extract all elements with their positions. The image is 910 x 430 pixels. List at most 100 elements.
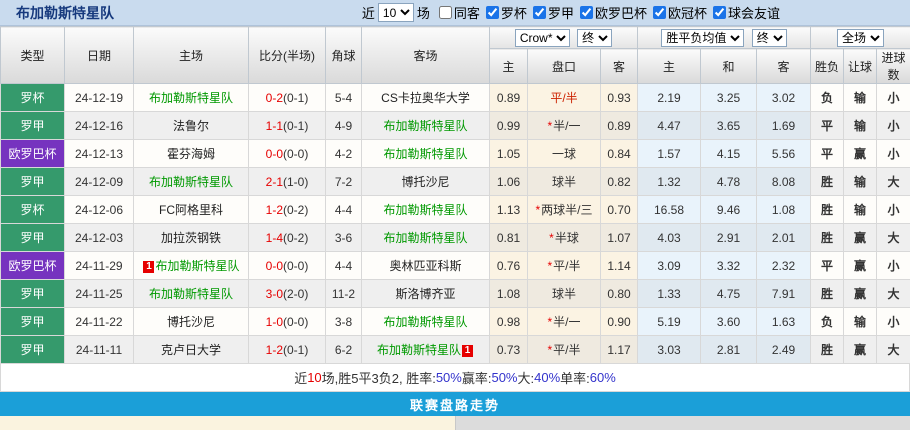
away-team-cell: 布加勒斯特星队: [362, 112, 490, 140]
crown-handicap: *两球半/三: [528, 196, 601, 224]
team-name[interactable]: 法鲁尔: [173, 119, 209, 133]
league-type-badge[interactable]: 罗杯: [1, 84, 65, 112]
team-name[interactable]: 奥林匹亚科斯: [389, 259, 461, 273]
filter-checkbox-欧冠杯[interactable]: [653, 6, 666, 19]
near-label: 近: [362, 3, 375, 22]
avg-draw-odds: 4.15: [701, 140, 757, 168]
filter-欧罗巴杯: 欧罗巴杯: [580, 3, 647, 22]
filter-checkbox-罗甲[interactable]: [533, 6, 546, 19]
avg-home-odds: 3.03: [638, 336, 701, 364]
score-cell: 0-2(0-1): [249, 84, 326, 112]
winloss-result: 平: [811, 252, 844, 280]
filter-label: 同客: [454, 3, 480, 22]
filter-label: 欧罗巴杯: [595, 3, 647, 22]
league-type-badge[interactable]: 罗甲: [1, 112, 65, 140]
avg-away-odds: 3.02: [757, 84, 811, 112]
league-type-badge[interactable]: 罗甲: [1, 168, 65, 196]
filter-球会友谊: 球会友谊: [713, 3, 780, 22]
col-header-goals: 进球数: [877, 49, 910, 84]
games-label: 场: [417, 3, 430, 22]
league-type-badge[interactable]: 欧罗巴杯: [1, 140, 65, 168]
avg-home-odds: 16.58: [638, 196, 701, 224]
team-name[interactable]: 布加勒斯特星队: [383, 315, 467, 329]
winloss-result: 负: [811, 84, 844, 112]
avg-home-odds: 4.47: [638, 112, 701, 140]
league-type-badge[interactable]: 罗甲: [1, 224, 65, 252]
league-trend-link[interactable]: 联赛盘路走势: [410, 395, 500, 414]
team-name[interactable]: 博托沙尼: [167, 315, 215, 329]
match-row: 罗杯24-12-19布加勒斯特星队0-2(0-1)5-4CS卡拉奥华大学0.89…: [1, 84, 910, 112]
col-header-avg-draw: 和: [701, 49, 757, 84]
away-team-cell: 布加勒斯特星队: [362, 140, 490, 168]
handicap-star: *: [535, 203, 540, 217]
crown-home-odds: 1.05: [490, 140, 528, 168]
league-type-badge[interactable]: 罗甲: [1, 280, 65, 308]
team-name[interactable]: 布加勒斯特星队: [383, 147, 467, 161]
team-name[interactable]: 布加勒斯特星队: [149, 175, 233, 189]
team-name[interactable]: FC阿格里科: [159, 203, 223, 217]
team-name[interactable]: 加拉茨钢铁: [161, 231, 221, 245]
filter-同客: 同客: [439, 3, 480, 22]
corner-cell: 5-4: [326, 84, 362, 112]
league-type-badge[interactable]: 罗杯: [1, 196, 65, 224]
team-name[interactable]: 布加勒斯特星队: [383, 203, 467, 217]
halftime-score: (0-1): [283, 91, 308, 105]
col-header-crown-home: 主: [490, 49, 528, 84]
crown-handicap: 球半: [528, 280, 601, 308]
corner-cell: 7-2: [326, 168, 362, 196]
league-type-badge[interactable]: 罗甲: [1, 336, 65, 364]
avg-home-odds: 1.32: [638, 168, 701, 196]
crown-home-odds: 0.73: [490, 336, 528, 364]
bookmaker-select[interactable]: Crow*: [515, 29, 570, 47]
winloss-result: 胜: [811, 280, 844, 308]
crown-handicap: *半/一: [528, 112, 601, 140]
team-name[interactable]: 布加勒斯特星队: [383, 119, 467, 133]
scope-select[interactable]: 全场: [837, 29, 884, 47]
away-team-cell: 布加勒斯特星队1: [362, 336, 490, 364]
crown-home-odds: 0.89: [490, 84, 528, 112]
home-team-cell: 布加勒斯特星队: [134, 168, 249, 196]
team-name[interactable]: 博托沙尼: [401, 175, 449, 189]
halftime-score: (0-1): [283, 343, 308, 357]
near-count-select[interactable]: 10: [378, 3, 414, 22]
league-type-badge[interactable]: 罗甲: [1, 308, 65, 336]
home-team-cell: FC阿格里科: [134, 196, 249, 224]
home-team-cell: 克卢日大学: [134, 336, 249, 364]
team-name[interactable]: 斯洛博齐亚: [395, 287, 455, 301]
goals-result: 小: [877, 196, 910, 224]
corner-cell: 3-8: [326, 308, 362, 336]
corner-cell: 4-4: [326, 252, 362, 280]
crown-handicap: 一球: [528, 140, 601, 168]
team-name[interactable]: 布加勒斯特星队: [383, 231, 467, 245]
filter-checkbox-罗杯[interactable]: [486, 6, 499, 19]
team-name[interactable]: 霍芬海姆: [167, 147, 215, 161]
filter-checkbox-同客[interactable]: [439, 6, 452, 19]
team-name[interactable]: 克卢日大学: [161, 343, 221, 357]
summary-segment: 40%: [534, 370, 560, 385]
handicap-result: 输: [844, 112, 877, 140]
team-name[interactable]: 布加勒斯特星队: [149, 91, 233, 105]
crown-period-select[interactable]: 终: [577, 29, 612, 47]
home-team-cell: 1布加勒斯特星队: [134, 252, 249, 280]
avg-away-odds: 7.91: [757, 280, 811, 308]
team-name[interactable]: CS卡拉奥华大学: [381, 91, 470, 105]
league-filters: 同客罗杯罗甲欧罗巴杯欧冠杯球会友谊: [433, 3, 780, 22]
filter-checkbox-球会友谊[interactable]: [713, 6, 726, 19]
handicap-text: 两球半/三: [541, 203, 592, 217]
filter-checkbox-欧罗巴杯[interactable]: [580, 6, 593, 19]
avg-period-select[interactable]: 终: [752, 29, 787, 47]
team-name[interactable]: 布加勒斯特星队: [149, 287, 233, 301]
team-name[interactable]: 布加勒斯特星队: [377, 343, 461, 357]
match-date: 24-12-09: [65, 168, 134, 196]
winloss-result: 胜: [811, 224, 844, 252]
col-header-winloss: 胜负: [811, 49, 844, 84]
match-history-panel: 布加勒斯特星队 近 10 场 同客罗杯罗甲欧罗巴杯欧冠杯球会友谊 类型 日期 主…: [0, 0, 910, 414]
avg-odds-select[interactable]: 胜平负均值: [661, 29, 744, 47]
team-name[interactable]: 布加勒斯特星队: [155, 259, 239, 273]
handicap-result: 赢: [844, 336, 877, 364]
goals-result: 大: [877, 224, 910, 252]
crown-selector-cell: Crow* 终: [490, 27, 638, 49]
away-team-cell: 斯洛博齐亚: [362, 280, 490, 308]
halftime-score: (0-2): [283, 203, 308, 217]
league-type-badge[interactable]: 欧罗巴杯: [1, 252, 65, 280]
